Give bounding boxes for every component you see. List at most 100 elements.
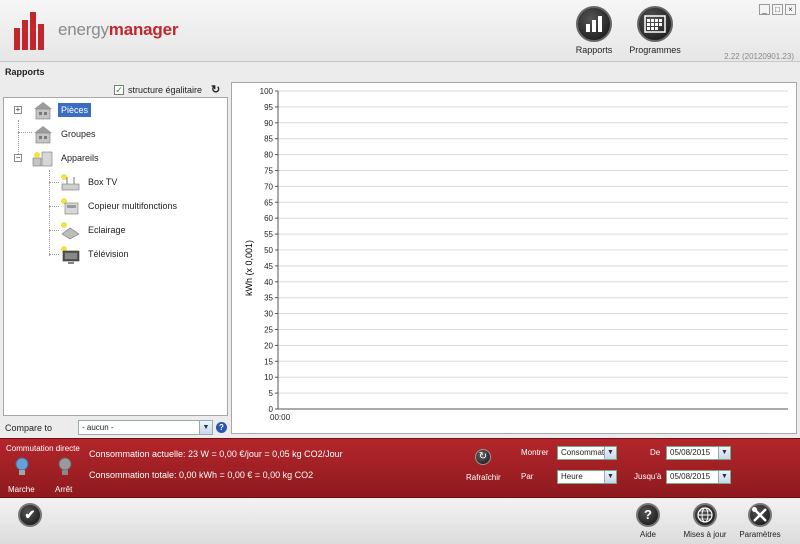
box-tv-icon: [61, 174, 80, 191]
rapports-button[interactable]: Rapports: [564, 6, 624, 55]
app-header: energymanager Rapports Programmes _ □ × …: [0, 0, 800, 62]
window-controls: _ □ ×: [759, 4, 796, 15]
confirm-button[interactable]: ✔: [0, 503, 60, 530]
structure-label: structure égalitaire: [128, 84, 203, 95]
jusqua-value: 05/08/2015: [670, 472, 711, 481]
bar-chart-icon: [576, 6, 612, 42]
chart-panel: 0 5 10 15 20 25 30 35 40 45 50 55 60 65 70 75 80 85 90 95 10…: [231, 82, 797, 434]
y-tick-label: 25: [264, 326, 273, 335]
chevron-down-icon: ▼: [199, 421, 212, 434]
y-tick-label: 85: [264, 135, 273, 144]
y-tick-label: 75: [264, 167, 273, 176]
structure-tree: + Pièces Groupes − Appareils Box TV Copi…: [3, 97, 228, 416]
check-icon: ✔: [18, 503, 42, 527]
y-tick-label: 35: [264, 294, 273, 303]
y-tick-label: 10: [264, 373, 273, 382]
jusqua-date-field[interactable]: 05/08/2015 ▼: [666, 470, 731, 484]
refresh-icon[interactable]: ↻: [211, 83, 220, 96]
y-axis-label: kWh (x 0,001): [244, 240, 254, 296]
lamp-icon: [61, 222, 80, 240]
compare-label: Compare to: [5, 422, 53, 433]
rapports-label: Rapports: [575, 45, 613, 55]
tree-line: [49, 254, 59, 255]
chevron-down-icon: ▼: [604, 447, 616, 459]
tree-line: [18, 132, 32, 133]
chevron-down-icon: ▼: [718, 447, 730, 459]
tree-item-appareils[interactable]: Appareils: [32, 148, 102, 168]
par-label: Par: [521, 472, 534, 481]
jusqua-label: Jusqu'à: [634, 472, 662, 481]
x-tick-label: 00:00: [270, 413, 291, 422]
y-tick-label: 90: [264, 119, 273, 128]
bulb-on-icon[interactable]: [14, 457, 30, 477]
commutation-label: Commutation directe: [6, 444, 80, 453]
de-label: De: [650, 448, 661, 457]
tree-item-box-tv[interactable]: Box TV: [59, 172, 120, 192]
de-value: 05/08/2015: [670, 448, 711, 457]
tree-label: Copieur multifonctions: [88, 201, 178, 211]
y-tick-label: 15: [264, 357, 273, 366]
arret-label[interactable]: Arrêt: [55, 485, 72, 494]
version-label: 2.22 (20120901.23): [724, 52, 794, 61]
y-tick-label: 30: [264, 310, 273, 319]
close-button[interactable]: ×: [785, 4, 796, 15]
programmes-label: Programmes: [629, 45, 681, 55]
tree-item-television[interactable]: Télévision: [59, 244, 132, 264]
y-tick-label: 5: [269, 389, 274, 398]
tree-label: Pièces: [58, 103, 92, 117]
montrer-select[interactable]: Consommat ▼: [557, 446, 617, 460]
y-tick-label: 60: [264, 214, 273, 223]
tree-label: Box TV: [88, 177, 118, 187]
tools-icon: [748, 503, 772, 527]
page-title: Rapports: [5, 67, 45, 77]
y-tick-label: 65: [264, 198, 273, 207]
updates-button[interactable]: Mises à jour: [675, 503, 735, 539]
refresh-icon[interactable]: ↻: [475, 449, 491, 465]
structure-row: ✓ structure égalitaire ↻: [114, 83, 220, 96]
tree-line: [49, 230, 59, 231]
minimize-button[interactable]: _: [759, 4, 770, 15]
tree-item-copieur[interactable]: Copieur multifonctions: [59, 196, 180, 216]
marche-label[interactable]: Marche: [8, 485, 35, 494]
tree-item-groupes[interactable]: Groupes: [32, 124, 99, 144]
bottom-bar: ✔ ? Aide Mises à jour Paramètres: [0, 499, 800, 544]
de-date-field[interactable]: 05/08/2015 ▼: [666, 446, 731, 460]
chevron-down-icon: ▼: [604, 471, 616, 483]
settings-button[interactable]: Paramètres: [730, 503, 790, 539]
bulb-off-icon[interactable]: [57, 457, 73, 477]
y-tick-label: 80: [264, 151, 273, 160]
tree-label: Eclairage: [88, 225, 126, 235]
tree-label: Groupes: [61, 129, 96, 139]
programmes-button[interactable]: Programmes: [625, 6, 685, 55]
compare-select[interactable]: - aucun - ▼: [78, 420, 213, 435]
devices-icon: [32, 151, 53, 167]
expand-toggle-appareils[interactable]: −: [14, 154, 22, 162]
refresh-button[interactable]: Rafraîchir: [466, 473, 501, 482]
y-tick-label: 100: [260, 87, 274, 96]
consumption-total: Consommation totale: 0,00 kWh = 0,00 € =…: [89, 470, 314, 480]
y-tick-label: 40: [264, 278, 273, 287]
expand-toggle-pieces[interactable]: +: [14, 106, 22, 114]
tv-icon: [61, 246, 80, 264]
consumption-chart: 0510152025303540455055606570758085909510…: [244, 87, 788, 422]
tree-label: Télévision: [88, 249, 129, 259]
question-icon: ?: [636, 503, 660, 527]
par-select[interactable]: Heure ▼: [557, 470, 617, 484]
y-tick-label: 55: [264, 230, 273, 239]
maximize-button[interactable]: □: [772, 4, 783, 15]
consumption-current: Consommation actuelle: 23 W = 0,00 €/jou…: [89, 449, 343, 459]
y-tick-label: 70: [264, 182, 273, 191]
tree-item-pieces[interactable]: Pièces: [32, 100, 92, 120]
tree-line: [49, 206, 59, 207]
tree-item-eclairage[interactable]: Eclairage: [59, 220, 129, 240]
logo-text: energymanager: [58, 20, 179, 39]
chevron-down-icon: ▼: [718, 471, 730, 483]
help-icon[interactable]: ?: [216, 422, 227, 433]
settings-label: Paramètres: [739, 530, 781, 539]
logo-icon: [14, 12, 48, 50]
y-tick-label: 45: [264, 262, 273, 271]
structure-checkbox[interactable]: ✓: [114, 84, 124, 95]
aide-button[interactable]: ? Aide: [618, 503, 678, 539]
copier-icon: [61, 198, 79, 215]
montrer-value: Consommat: [561, 448, 605, 457]
